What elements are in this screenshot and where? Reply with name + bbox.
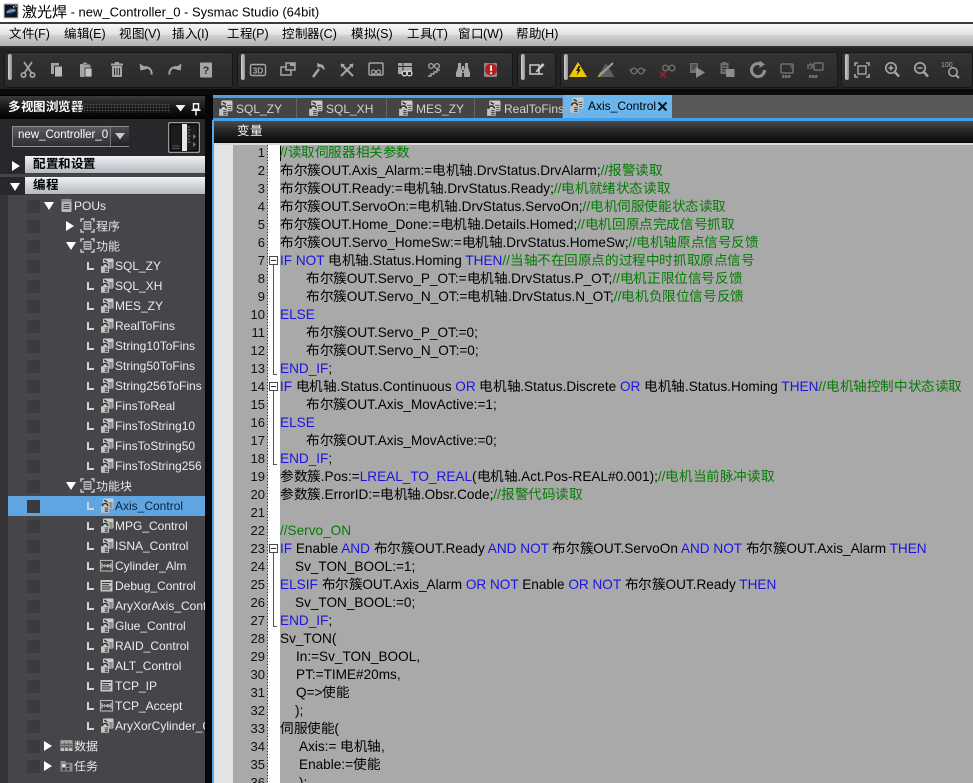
svg-text:3D: 3D bbox=[253, 66, 264, 76]
svg-text:?: ? bbox=[203, 65, 210, 77]
